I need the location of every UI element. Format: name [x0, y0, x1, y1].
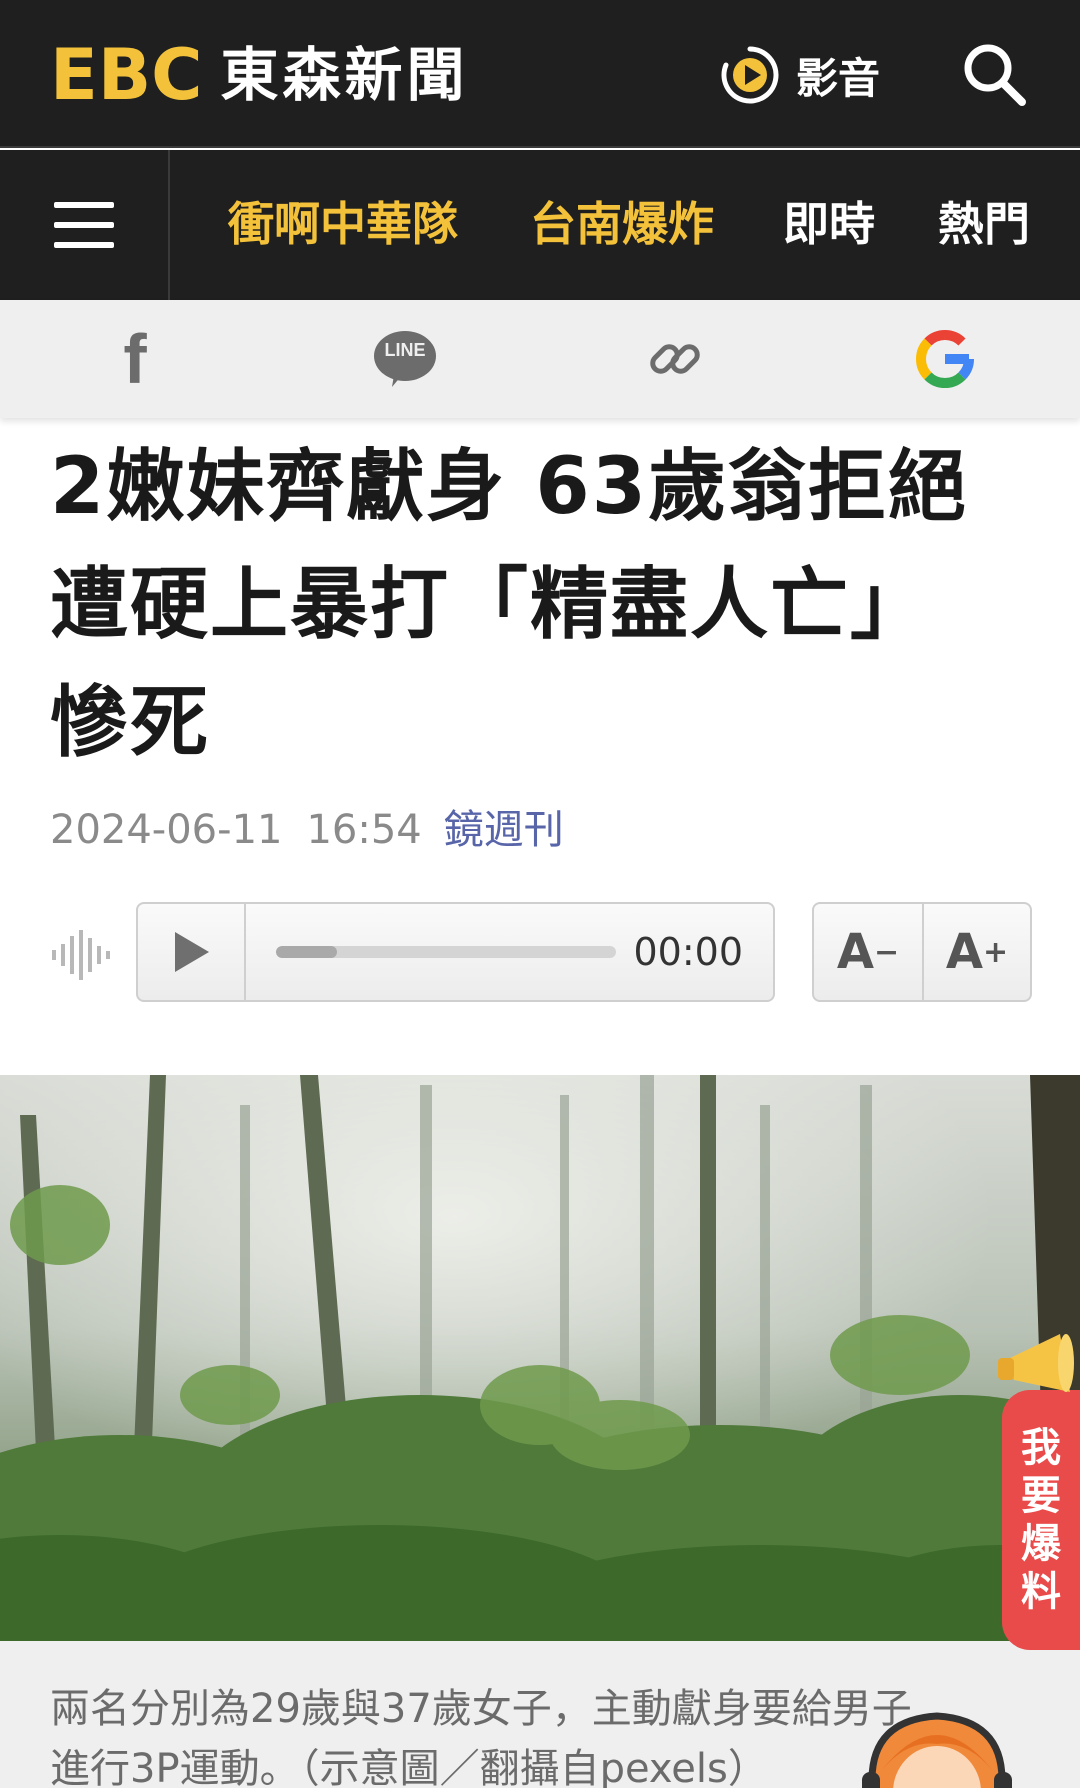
audio-time: 00:00: [633, 930, 743, 974]
audio-progress-bar[interactable]: [276, 946, 616, 958]
top-header: EBC 東森新聞 影音: [0, 0, 1080, 148]
nav-item-realtime[interactable]: 即時: [783, 194, 875, 254]
play-button[interactable]: [138, 904, 246, 1000]
video-label: 影音: [796, 53, 881, 103]
nav-item-tainan[interactable]: 台南爆炸: [530, 194, 714, 254]
video-link[interactable]: 影音: [718, 42, 880, 108]
font-size-controls: A − A +: [812, 902, 1032, 1002]
logo-name-text: 東森新聞: [220, 41, 469, 109]
support-avatar-icon[interactable]: [852, 1700, 1022, 1788]
article-photo: [0, 1075, 1080, 1641]
tip-char: 料: [1021, 1569, 1061, 1615]
publish-date: 2024-06-11: [50, 807, 283, 853]
share-bar: f LINE G: [0, 300, 1080, 418]
nav-item-popular[interactable]: 熱門: [938, 194, 1030, 254]
title-line: 慘死: [50, 678, 211, 768]
search-icon: [964, 44, 1026, 106]
news-tip-label: 我 要 爆 料: [1002, 1390, 1080, 1650]
font-decrease-label: A: [836, 924, 874, 980]
tip-char: 我: [1021, 1425, 1061, 1471]
menu-line: [54, 222, 114, 228]
news-tip-widget[interactable]: 我 要 爆 料: [998, 1330, 1080, 1650]
play-icon: [175, 932, 209, 972]
tip-char: 要: [1021, 1473, 1061, 1519]
line-icon-text: LINE: [384, 340, 426, 360]
article-title: 2嫩妹齊獻身 63歲翁拒絕 遭硬上暴打「精盡人亡」 慘死: [50, 428, 1040, 782]
font-increase-button[interactable]: A +: [921, 904, 1030, 1000]
link-icon: [650, 344, 700, 374]
site-logo[interactable]: EBC 東森新聞: [50, 40, 469, 110]
article-meta: 2024-06-11 16:54 鏡週刊: [50, 802, 564, 858]
title-line: 遭硬上暴打「精盡人亡」: [50, 560, 931, 650]
google-icon: [915, 329, 975, 389]
menu-line: [54, 242, 114, 248]
font-increase-label: A: [945, 924, 983, 980]
tip-char: 爆: [1021, 1521, 1061, 1567]
facebook-icon: f: [123, 320, 147, 398]
source-link[interactable]: 鏡週刊: [444, 807, 564, 853]
publish-time: 16:54: [306, 807, 422, 853]
megaphone-icon: [998, 1334, 1074, 1392]
play-circle-icon: [721, 46, 779, 104]
audio-progress-fill: [276, 946, 338, 958]
menu-button[interactable]: [0, 150, 170, 300]
share-google-button[interactable]: G: [912, 326, 978, 392]
search-button[interactable]: [958, 38, 1030, 110]
menu-line: [54, 202, 114, 208]
font-decrease-button[interactable]: A −: [814, 904, 922, 1000]
category-nav: 衝啊中華隊 台南爆炸 即時 熱門: [0, 150, 1080, 300]
forest-illustration: [0, 1075, 1080, 1641]
title-line: 2嫩妹齊獻身 63歲翁拒絕: [50, 442, 968, 532]
font-increase-sign: +: [983, 934, 1009, 970]
copy-link-button[interactable]: [642, 326, 708, 392]
nav-item-team[interactable]: 衝啊中華隊: [228, 194, 458, 254]
audio-player: 00:00: [136, 902, 775, 1002]
share-facebook-button[interactable]: f: [102, 320, 168, 398]
audio-wave-icon: [52, 930, 110, 980]
share-line-button[interactable]: LINE: [372, 326, 438, 392]
font-decrease-sign: −: [874, 934, 900, 970]
logo-ebc-text: EBC: [50, 34, 203, 116]
